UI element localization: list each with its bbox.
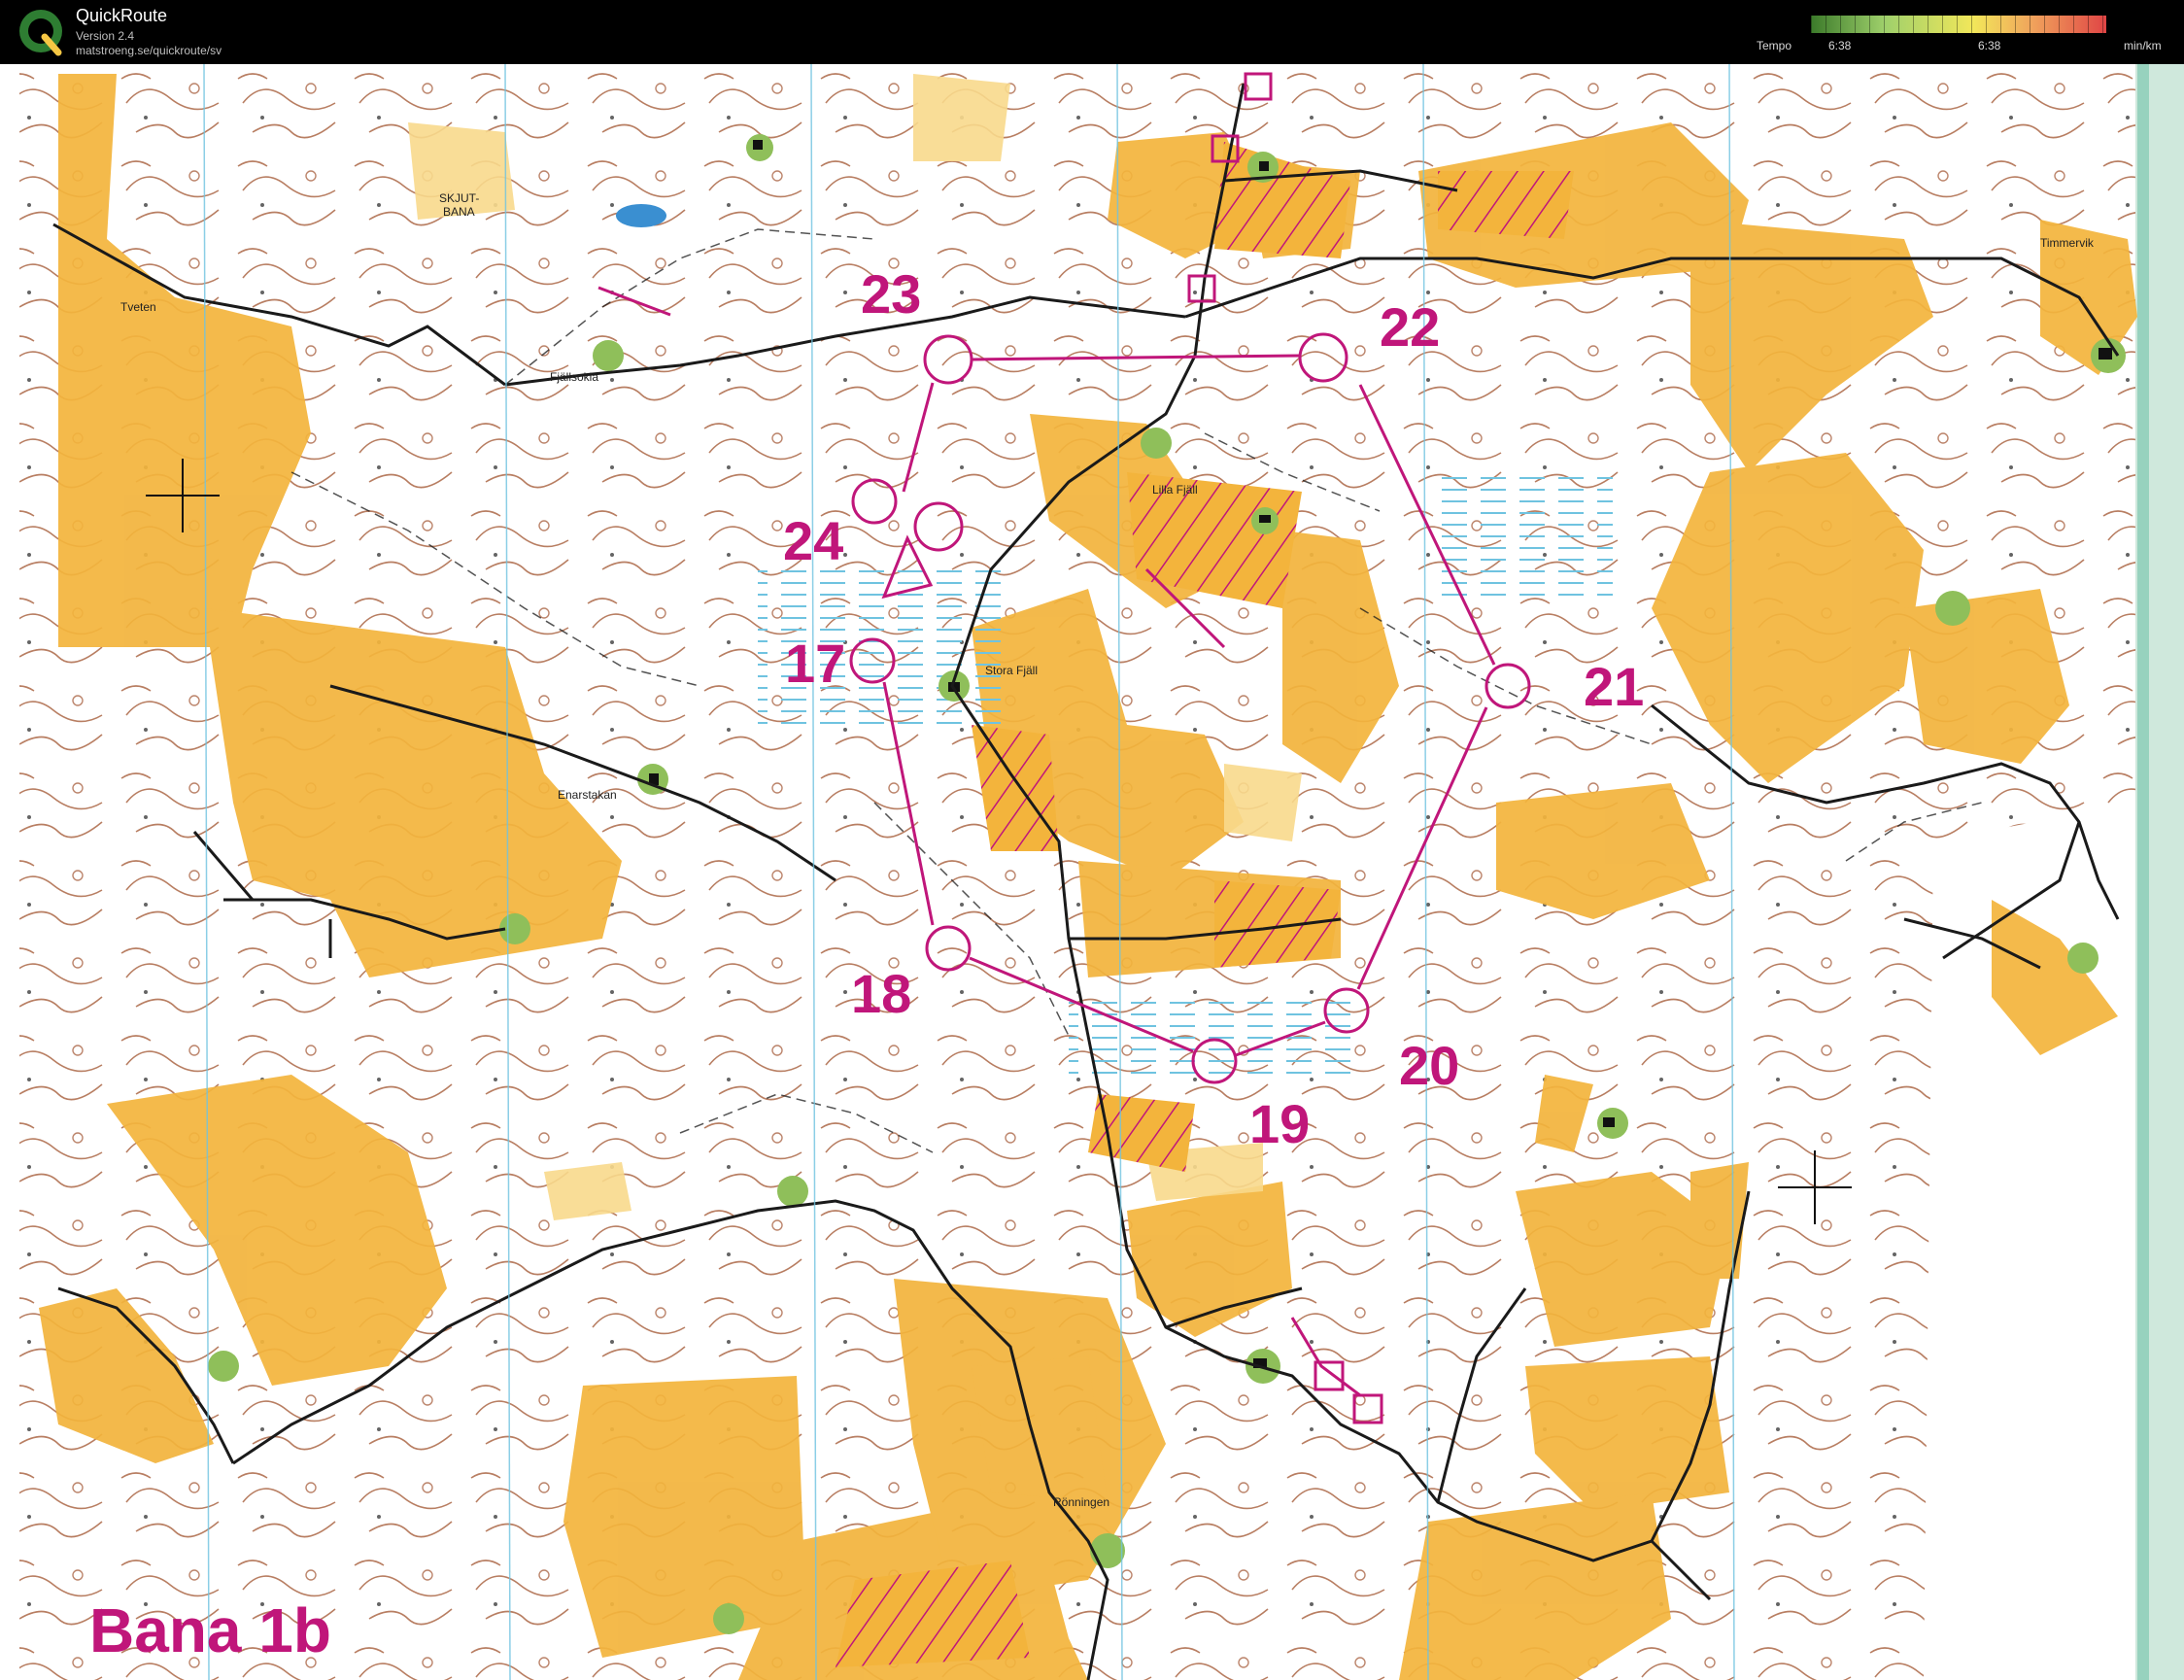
place-timmervik: Timmervik	[2040, 236, 2095, 250]
place-enarstakan: Enarstakan	[558, 788, 617, 802]
tempo-label: Tempo	[1757, 39, 1792, 52]
place-skjutbana-line2: BANA	[443, 205, 475, 219]
app-version: Version 2.4	[76, 29, 135, 43]
map-canvas[interactable]: 17 18 19 20 21 22 23 24 Tveten SKJUT- BA…	[0, 64, 2184, 1680]
control-number-18: 18	[851, 963, 911, 1024]
marsh-area-east	[1438, 472, 1613, 599]
control-number-19: 19	[1249, 1093, 1310, 1154]
control-number-22: 22	[1380, 296, 1440, 358]
lake	[616, 204, 666, 227]
app-header: QuickRoute Version 2.4 matstroeng.se/qui…	[0, 0, 2184, 64]
control-number-23: 23	[861, 263, 921, 325]
tempo-gradient-ticks	[1811, 16, 2106, 33]
place-fjallsokla: Fjällsokla	[550, 370, 598, 384]
control-number-24: 24	[783, 510, 843, 571]
tempo-value-left: 6:38	[1828, 39, 1852, 52]
course-label: Bana 1b	[89, 1595, 331, 1665]
orienteering-map[interactable]: 17 18 19 20 21 22 23 24 Tveten SKJUT- BA…	[0, 64, 2184, 1680]
quickroute-logo-icon	[19, 10, 62, 56]
app-url: matstroeng.se/quickroute/sv	[76, 44, 222, 57]
place-stora-fjall: Stora Fjäll	[985, 664, 1038, 677]
app-name: QuickRoute	[76, 6, 168, 25]
control-number-21: 21	[1584, 656, 1644, 717]
tempo-unit: min/km	[2124, 39, 2162, 52]
place-ronningen: Rönningen	[1053, 1495, 1109, 1509]
control-number-20: 20	[1399, 1035, 1459, 1096]
control-number-17: 17	[785, 633, 845, 694]
tempo-value-mid: 6:38	[1978, 39, 2001, 52]
place-skjutbana-line1: SKJUT-	[439, 191, 479, 205]
place-tveten: Tveten	[120, 300, 156, 314]
marsh-area-south	[1069, 997, 1360, 1075]
place-lilla-fjall: Lilla Fjäll	[1152, 483, 1198, 497]
